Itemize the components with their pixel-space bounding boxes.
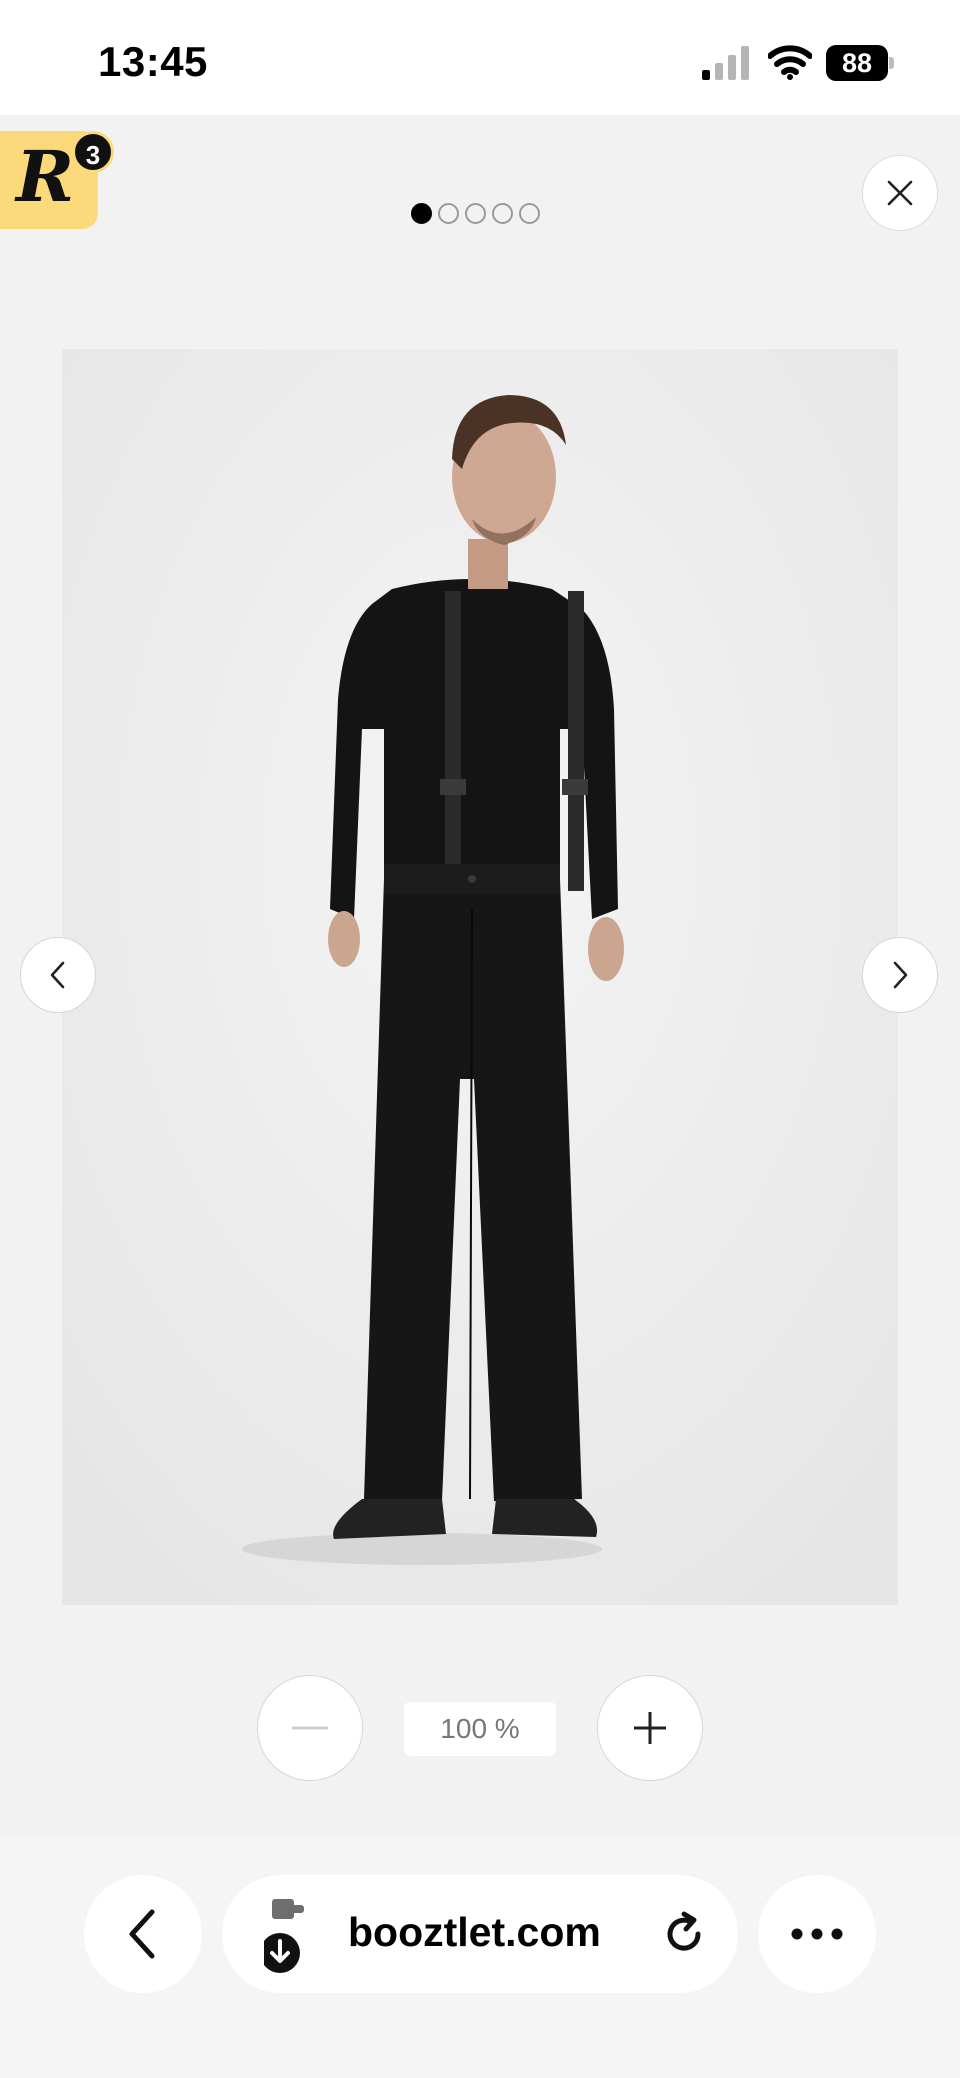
chevron-right-icon <box>893 961 908 989</box>
more-dots-icon <box>791 1928 843 1940</box>
image-pagination <box>411 203 540 227</box>
pagination-dot[interactable] <box>411 203 432 224</box>
chevron-left-icon <box>50 961 65 989</box>
battery-cap <box>889 57 894 69</box>
close-button[interactable] <box>862 155 938 231</box>
next-image-button[interactable] <box>862 937 938 1013</box>
zoom-level: 100 % <box>404 1702 556 1756</box>
browser-back-button[interactable] <box>84 1875 202 1993</box>
extension-download-icon[interactable] <box>264 1897 310 1975</box>
pagination-dot[interactable] <box>519 203 540 224</box>
battery-icon: 88 <box>826 45 894 81</box>
cellular-signal-icon <box>702 46 749 80</box>
close-icon <box>887 180 913 206</box>
pagination-dot[interactable] <box>492 203 513 224</box>
reload-icon[interactable] <box>660 1910 708 1958</box>
zoom-out-button[interactable] <box>257 1675 363 1781</box>
minus-icon <box>292 1726 328 1730</box>
zoom-controls: 100 % <box>0 1675 960 1785</box>
rakuten-logo-icon: R <box>16 135 75 218</box>
browser-toolbar: booztlet.com <box>0 1837 960 2078</box>
status-bar: 13:45 88 <box>0 0 960 115</box>
zoom-in-button[interactable] <box>597 1675 703 1781</box>
more-options-button[interactable] <box>758 1875 876 1993</box>
product-image[interactable] <box>62 349 898 1605</box>
url-text: booztlet.com <box>348 1909 601 1955</box>
plus-icon <box>634 1712 666 1744</box>
address-bar[interactable]: booztlet.com <box>222 1875 738 1993</box>
pagination-dot[interactable] <box>438 203 459 224</box>
product-photo-illustration <box>62 349 898 1605</box>
rakuten-count-badge: 3 <box>72 131 114 173</box>
rakuten-badge[interactable]: R 3 <box>0 131 114 229</box>
pagination-dot[interactable] <box>465 203 486 224</box>
battery-level: 88 <box>826 45 888 81</box>
back-chevron-icon <box>129 1909 155 1959</box>
wifi-icon <box>768 45 812 80</box>
previous-image-button[interactable] <box>20 937 96 1013</box>
image-viewer: R 3 100 % <box>0 115 960 1837</box>
status-time: 13:45 <box>98 38 208 85</box>
